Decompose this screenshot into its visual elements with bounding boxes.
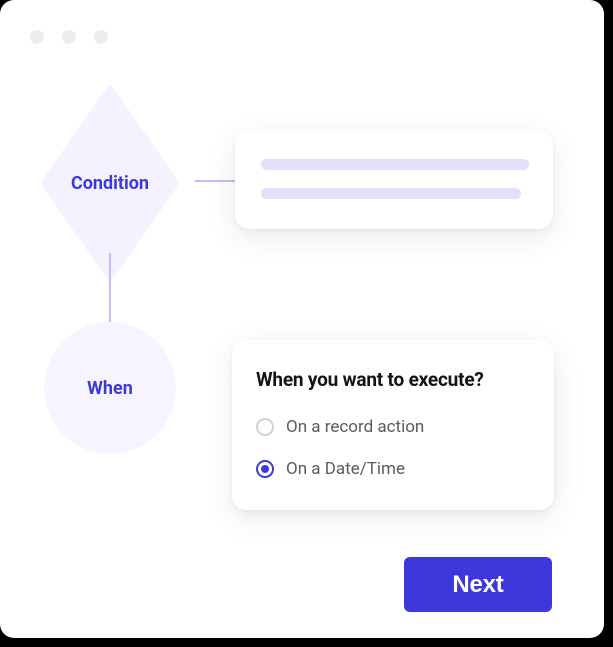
window-dot-icon <box>30 30 44 44</box>
condition-node[interactable]: Condition <box>20 113 200 253</box>
radio-label: On a Date/Time <box>286 459 405 479</box>
radio-label: On a record action <box>286 417 424 437</box>
window-controls <box>30 30 108 44</box>
next-button-label: Next <box>452 571 503 599</box>
next-button[interactable]: Next <box>404 557 552 612</box>
radio-icon <box>256 460 274 478</box>
connector-line <box>109 253 111 333</box>
window-dot-icon <box>62 30 76 44</box>
execute-option-record-action[interactable]: On a record action <box>256 417 530 437</box>
execute-option-date-time[interactable]: On a Date/Time <box>256 459 530 479</box>
placeholder-line-icon <box>261 159 529 170</box>
when-card-title: When you want to execute? <box>256 368 530 391</box>
radio-icon <box>256 418 274 436</box>
condition-detail-card <box>235 131 553 229</box>
when-config-card: When you want to execute? On a record ac… <box>232 340 554 510</box>
when-label: When <box>87 378 133 399</box>
window: Condition When When you want to execute?… <box>0 0 604 638</box>
placeholder-line-icon <box>261 188 521 199</box>
window-dot-icon <box>94 30 108 44</box>
when-node[interactable]: When <box>44 322 176 454</box>
condition-label: Condition <box>71 173 149 194</box>
connector-line <box>195 180 240 182</box>
